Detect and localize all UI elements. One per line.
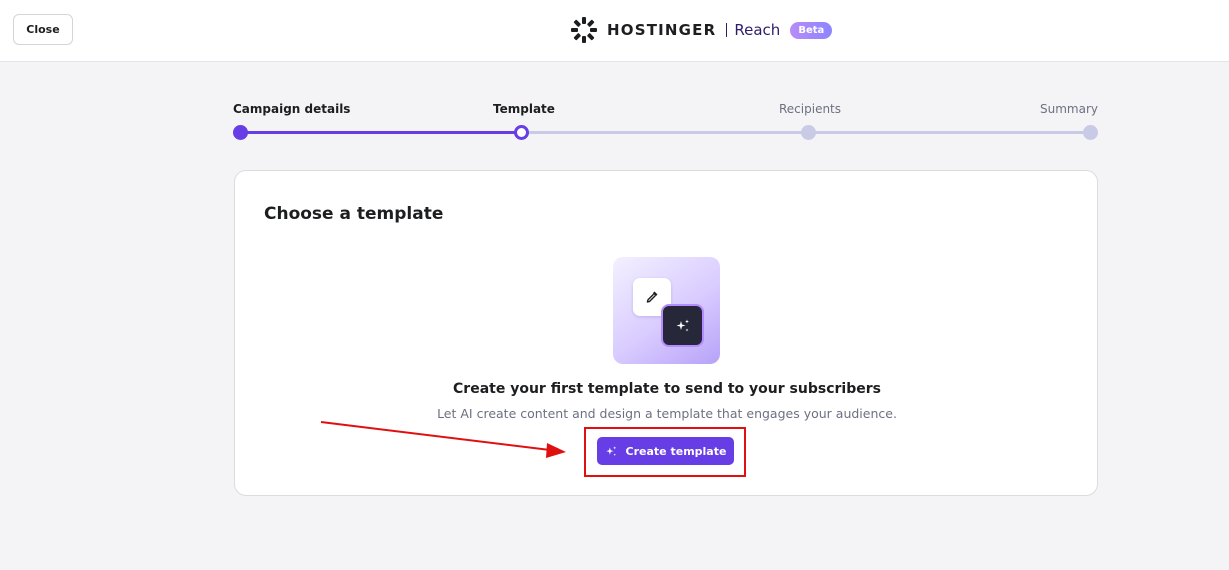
step-dot-template	[514, 125, 529, 140]
card-title: Choose a template	[264, 204, 444, 224]
beta-badge: Beta	[790, 21, 833, 39]
empty-state-heading: Create your first template to send to yo…	[453, 381, 881, 397]
brand: HOSTINGER Reach Beta	[571, 17, 833, 43]
template-illustration	[613, 257, 720, 364]
annotation-arrow	[320, 421, 566, 458]
color-picker-icon	[646, 291, 658, 303]
step-dot-recipients	[801, 125, 816, 140]
progress-track-filled	[240, 131, 521, 134]
sparkle-icon	[676, 319, 689, 331]
brand-name: HOSTINGER	[607, 21, 717, 39]
step-dot-summary	[1083, 125, 1098, 140]
step-template: Template	[493, 102, 555, 116]
hostinger-logo-icon	[571, 17, 597, 43]
step-campaign-details: Campaign details	[233, 102, 351, 116]
annotation-highlight-box	[584, 427, 746, 477]
close-button[interactable]: Close	[13, 14, 73, 45]
progress-stepper: Campaign details Template Recipients Sum…	[233, 100, 1098, 144]
step-summary: Summary	[1040, 102, 1098, 116]
brand-divider	[726, 23, 728, 37]
product-name: Reach	[734, 21, 781, 39]
top-bar: Close HOSTINGER Reach Beta	[0, 0, 1229, 62]
ai-sparkle-tile	[661, 304, 704, 347]
step-recipients: Recipients	[779, 102, 842, 116]
step-dot-campaign-details	[233, 125, 248, 140]
